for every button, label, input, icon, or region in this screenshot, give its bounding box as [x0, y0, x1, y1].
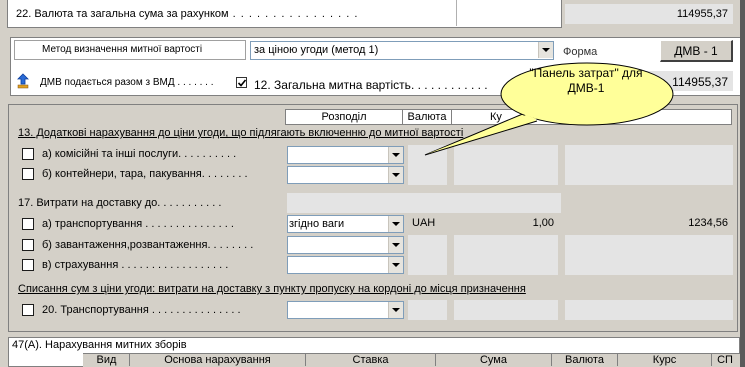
chevron-down-icon[interactable]: [388, 237, 403, 253]
transport-amount[interactable]: 1234,56: [620, 217, 728, 229]
fees-col-basis: Основа нарахування: [130, 354, 306, 366]
method-select[interactable]: за ціною угоди (метод 1): [250, 41, 554, 60]
loading-currency[interactable]: [408, 235, 447, 255]
containers-label: б) контейнери, тара, пакування. . . . . …: [42, 168, 248, 180]
method-select-value: за ціною угоди (метод 1): [254, 44, 379, 56]
row20-checkbox[interactable]: [22, 304, 34, 316]
upload-arrow-icon[interactable]: [16, 73, 30, 89]
section-17-heading: 17. Витрати на доставку до. . . . . . . …: [18, 197, 222, 209]
currency-total-field-blank[interactable]: [456, 0, 560, 26]
form-button[interactable]: ДМВ - 1: [660, 40, 733, 62]
total-customs-value-label: 12. Загальна митна вартість. . . . . . .…: [254, 78, 488, 92]
transport-checkbox[interactable]: [22, 218, 34, 230]
containers-distribution-select[interactable]: [287, 166, 404, 184]
containers-amount[interactable]: [565, 165, 733, 185]
dmv-with-vmd-checkbox[interactable]: [236, 77, 247, 88]
commission-rate[interactable]: [454, 145, 558, 165]
fees-col-rate: Ставка: [306, 354, 436, 366]
header-distribution: Розподіл: [285, 109, 403, 125]
transport-distribution-value: згідно ваги: [289, 218, 345, 230]
fees-title: 47(А). Нарахування митних зборів: [12, 339, 187, 351]
commission-amount[interactable]: [565, 145, 733, 165]
currency-total-amount: 114955,37: [676, 8, 728, 20]
delivery-to-field[interactable]: [287, 193, 561, 213]
header-currency: Валюта: [402, 109, 452, 125]
loading-label: б) завантаження,розвантаження. . . . . .…: [42, 239, 254, 251]
commission-label: а) комісійні та інші послуги. . . . . . …: [42, 148, 237, 160]
form-label: Форма: [563, 46, 598, 58]
transport-currency[interactable]: UAH: [412, 217, 435, 229]
fees-col-currency: Валюта: [552, 354, 618, 366]
fees-col-sp: СП: [717, 354, 733, 366]
dmv-with-vmd-label: ДМВ подається разом з ВМД . . . . . . .: [40, 77, 214, 88]
insurance-label: в) страхування . . . . . . . . . . . . .…: [42, 259, 229, 271]
insurance-currency[interactable]: [408, 255, 447, 275]
write-off-heading: Списання сум з ціни угоди: витрати на до…: [18, 283, 526, 295]
callout-text: "Панель затрат" для ДМВ-1: [529, 66, 643, 95]
callout-bubble: "Панель затрат" для ДМВ-1: [424, 61, 675, 156]
chevron-down-icon[interactable]: [388, 216, 403, 232]
insurance-distribution-select[interactable]: [287, 256, 404, 274]
insurance-amount[interactable]: [565, 255, 733, 275]
fees-col-exchange: Курс: [618, 354, 712, 366]
chevron-down-icon[interactable]: [388, 167, 403, 183]
currency-total-label: 22. Валюта та загальна сума за рахунком …: [16, 8, 359, 20]
insurance-rate[interactable]: [454, 255, 558, 275]
commission-checkbox[interactable]: [22, 148, 34, 160]
section-13-heading: 13. Додаткові нарахування до ціни угоди,…: [18, 127, 464, 139]
containers-checkbox[interactable]: [22, 168, 34, 180]
insurance-checkbox[interactable]: [22, 259, 34, 271]
chevron-down-icon[interactable]: [388, 257, 403, 273]
loading-checkbox[interactable]: [22, 239, 34, 251]
loading-amount[interactable]: [565, 235, 733, 255]
row20-rate[interactable]: [454, 300, 558, 320]
transport-label: а) транспортування . . . . . . . . . . .…: [42, 218, 234, 230]
containers-rate[interactable]: [454, 165, 558, 185]
containers-currency[interactable]: [408, 165, 447, 185]
row20-currency[interactable]: [408, 300, 447, 320]
transport-distribution-select[interactable]: згідно ваги: [287, 215, 404, 233]
form-button-label: ДМВ - 1: [674, 43, 718, 58]
chevron-down-icon[interactable]: [388, 147, 403, 163]
row20-distribution-select[interactable]: [287, 301, 404, 319]
chevron-down-icon[interactable]: [538, 42, 553, 58]
window-edge: [740, 0, 745, 367]
row20-label: 20. Транспортування . . . . . . . . . . …: [42, 304, 241, 316]
chevron-down-icon[interactable]: [388, 302, 403, 318]
fees-col-kind: Вид: [84, 354, 130, 366]
loading-rate[interactable]: [454, 235, 558, 255]
fees-col-sum: Сума: [436, 354, 552, 366]
method-label: Метод визначення митної вартості: [42, 44, 203, 55]
loading-distribution-select[interactable]: [287, 236, 404, 254]
transport-rate[interactable]: 1,00: [454, 217, 554, 229]
row20-amount[interactable]: [565, 300, 733, 320]
commission-distribution-select[interactable]: [287, 146, 404, 164]
